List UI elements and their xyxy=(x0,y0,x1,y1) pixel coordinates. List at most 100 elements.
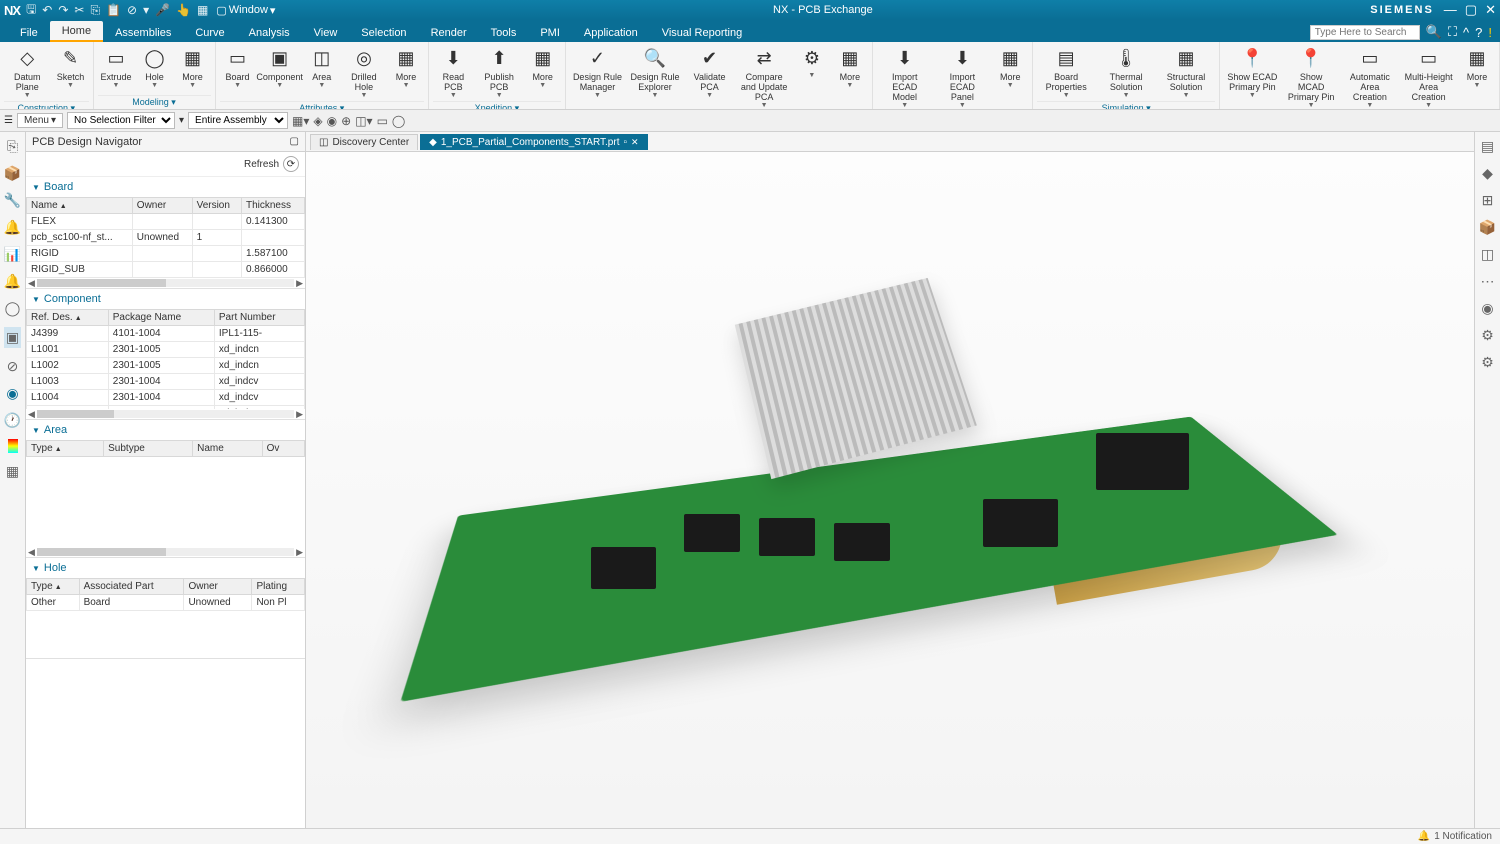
table-row[interactable]: OtherBoardUnownedNon Pl xyxy=(27,595,305,611)
ribbon-button[interactable]: ⇄Compare and Update PCA▼ xyxy=(736,44,792,110)
ribbon-button[interactable]: ◯Hole▼ xyxy=(137,44,173,91)
ribbon-button[interactable]: ▭Board▼ xyxy=(220,44,256,91)
touch-icon[interactable]: 👆 xyxy=(176,3,191,17)
rail-icon[interactable]: ◉ xyxy=(6,385,18,402)
menu-button[interactable]: Menu▾ xyxy=(17,113,63,128)
rail-pcb-navigator-icon[interactable]: ▣ xyxy=(4,327,21,348)
area-table[interactable]: Type▲SubtypeNameOv xyxy=(26,440,305,457)
tab-visual-reporting[interactable]: Visual Reporting xyxy=(650,23,755,42)
table-header[interactable]: Ov xyxy=(262,441,304,457)
rail-icon[interactable]: 📦 xyxy=(1479,219,1496,236)
ribbon-button[interactable]: 📍Show ECAD Primary Pin▼ xyxy=(1224,44,1281,101)
save-icon[interactable]: 🖫 xyxy=(26,0,36,21)
copy-icon[interactable]: ⎘ xyxy=(90,3,100,18)
rail-icon[interactable]: ▤ xyxy=(1481,138,1494,155)
table-row[interactable]: RIGID_SUB0.866000 xyxy=(27,262,305,278)
ribbon-button[interactable]: ▦More▼ xyxy=(832,44,868,91)
board-table[interactable]: Name▲OwnerVersionThicknessFLEX0.141300pc… xyxy=(26,197,305,278)
redo-icon[interactable]: ↷ xyxy=(58,3,68,17)
area-hscroll[interactable]: ◀▶ xyxy=(26,547,305,557)
ribbon-button[interactable]: ▭Multi-Height Area Creation▼ xyxy=(1400,44,1457,110)
ribbon-button[interactable]: ▣Component▼ xyxy=(258,44,302,91)
table-row[interactable]: RIGID1.587100 xyxy=(27,246,305,262)
sel-icon[interactable]: ⊕ xyxy=(341,114,351,128)
ribbon-button[interactable]: ⬇Import ECAD Model▼ xyxy=(877,44,933,110)
table-row[interactable]: J43994101-1004IPL1-115- xyxy=(27,326,305,342)
ribbon-button[interactable]: ▦Structural Solution▼ xyxy=(1157,44,1215,101)
table-row[interactable]: L10042301-1004xd_indcv xyxy=(27,390,305,406)
qat-icon[interactable]: ⊘ xyxy=(127,3,137,17)
rail-icon[interactable]: ◉ xyxy=(1481,300,1493,317)
ribbon-button[interactable]: ▤Board Properties▼ xyxy=(1037,44,1095,101)
alert-icon[interactable]: ! xyxy=(1488,25,1492,40)
layout-icon[interactable]: ▦ xyxy=(197,3,208,17)
restore-icon[interactable]: ▢ xyxy=(1465,2,1477,18)
ribbon-button[interactable]: ▭Automatic Area Creation▼ xyxy=(1341,44,1398,110)
window-menu[interactable]: ▢ Window ▾ xyxy=(216,4,275,17)
board-hscroll[interactable]: ◀▶ xyxy=(26,278,305,288)
close-tab-icon[interactable]: ✕ xyxy=(631,137,639,148)
table-row[interactable]: L10062301-1012xd_indcn xyxy=(27,406,305,410)
table-header[interactable]: Name xyxy=(193,441,262,457)
rail-icon[interactable]: ⊘ xyxy=(7,358,19,375)
table-header[interactable]: Type▲ xyxy=(27,579,80,595)
ribbon-button[interactable]: ✓Design Rule Manager▼ xyxy=(570,44,626,101)
rail-icon[interactable]: ⚙ xyxy=(1481,354,1494,371)
sel-icon[interactable]: ◫▾ xyxy=(355,114,372,128)
ribbon-button[interactable]: ◎Drilled Hole▼ xyxy=(342,44,386,101)
ribbon-button[interactable]: ⬇Import ECAD Panel▼ xyxy=(935,44,991,110)
rail-icon[interactable]: ⋯ xyxy=(1481,273,1495,290)
hole-table[interactable]: Type▲Associated PartOwnerPlatingOtherBoa… xyxy=(26,578,305,611)
table-header[interactable]: Name▲ xyxy=(27,198,133,214)
table-row[interactable]: L10022301-1005xd_indcn xyxy=(27,358,305,374)
doc-tab-discovery[interactable]: ◫ Discovery Center xyxy=(310,134,418,150)
qat-icon[interactable]: ▾ xyxy=(143,3,149,17)
sel-icon[interactable]: ▦▾ xyxy=(292,114,309,128)
ribbon-button[interactable]: ▭Extrude▼ xyxy=(98,44,135,91)
ribbon-button[interactable]: 🌡Thermal Solution▼ xyxy=(1097,44,1155,101)
selection-scope-dropdown[interactable]: Entire Assembly xyxy=(188,112,288,129)
ribbon-button[interactable]: ⬇Read PCB▼ xyxy=(433,44,474,101)
rail-icon[interactable]: ◆ xyxy=(1482,165,1493,182)
close-icon[interactable]: ✕ xyxy=(1485,2,1496,18)
collapse-ribbon-icon[interactable]: ^ xyxy=(1463,25,1469,40)
table-header[interactable]: Type▲ xyxy=(27,441,104,457)
table-header[interactable]: Subtype xyxy=(104,441,193,457)
ribbon-button[interactable]: ▦More▼ xyxy=(992,44,1028,91)
refresh-icon[interactable]: ⟳ xyxy=(283,156,299,172)
minimize-icon[interactable]: — xyxy=(1444,2,1457,18)
ribbon-button[interactable]: ▦More▼ xyxy=(1459,44,1495,91)
section-header-hole[interactable]: ▼Hole xyxy=(26,558,305,578)
table-header[interactable]: Owner xyxy=(132,198,192,214)
notification-text[interactable]: 1 Notification xyxy=(1434,831,1492,842)
section-header-board[interactable]: ▼Board xyxy=(26,177,305,197)
section-header-area[interactable]: ▼Area xyxy=(26,420,305,440)
sel-icon[interactable]: ▭ xyxy=(377,114,388,128)
table-row[interactable]: L10012301-1005xd_indcn xyxy=(27,342,305,358)
table-header[interactable]: Thickness xyxy=(241,198,304,214)
ribbon-button[interactable]: ⚙▼ xyxy=(794,44,830,81)
sel-icon[interactable]: ◯ xyxy=(392,114,405,128)
tab-file[interactable]: File xyxy=(8,23,50,42)
table-header[interactable]: Part Number xyxy=(214,310,304,326)
doc-tab-part[interactable]: ◆ 1_PCB_Partial_Components_START.prt ▫ ✕ xyxy=(420,134,647,150)
sel-icon[interactable]: ◉ xyxy=(327,114,337,128)
ribbon-button[interactable]: ◇Datum Plane▼ xyxy=(4,44,51,101)
selection-filter-dropdown[interactable]: No Selection Filter xyxy=(67,112,175,129)
rail-icon[interactable]: ⎘ xyxy=(7,138,18,155)
rail-icon[interactable]: 🔔 xyxy=(4,273,21,290)
fullscreen-icon[interactable]: ⛶ xyxy=(1448,24,1457,40)
hamburger-icon[interactable]: ☰ xyxy=(4,115,13,126)
tab-application[interactable]: Application xyxy=(572,23,650,42)
mic-icon[interactable]: 🎤 xyxy=(155,3,170,17)
help-icon[interactable]: ? xyxy=(1475,25,1482,40)
tab-home[interactable]: Home xyxy=(50,21,103,42)
rail-icon[interactable]: ◯ xyxy=(5,300,21,317)
ribbon-button[interactable]: ✔Validate PCA▼ xyxy=(685,44,735,101)
table-header[interactable]: Associated Part xyxy=(79,579,184,595)
tab-tools[interactable]: Tools xyxy=(479,23,529,42)
tab-curve[interactable]: Curve xyxy=(183,23,236,42)
table-row[interactable]: L10032301-1004xd_indcv xyxy=(27,374,305,390)
cut-icon[interactable]: ✂ xyxy=(74,3,84,17)
rail-icon[interactable]: 📦 xyxy=(4,165,21,182)
